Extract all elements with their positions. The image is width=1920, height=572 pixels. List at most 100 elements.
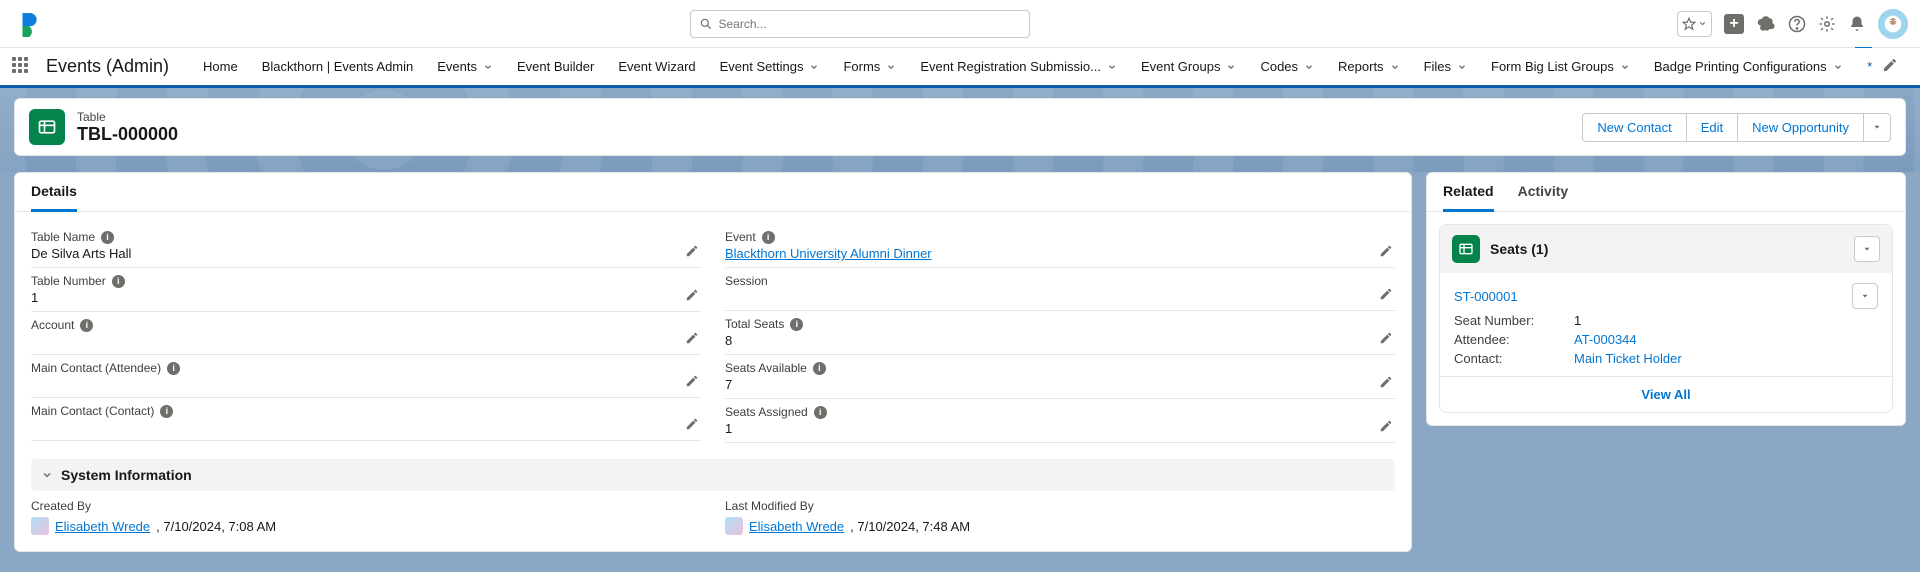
edit-pencil-icon[interactable]: [685, 244, 699, 261]
seat-item-actions-button[interactable]: [1852, 283, 1878, 309]
related-seats-title[interactable]: Seats (1): [1490, 241, 1844, 257]
nav-form-big-list-groups[interactable]: Form Big List Groups: [1479, 47, 1642, 87]
details-panel: Details Table Namei De Silva Arts Hall T…: [14, 172, 1412, 552]
nav-event-settings[interactable]: Event Settings: [708, 47, 832, 87]
chevron-down-icon: [1390, 62, 1400, 72]
table-object-icon: [29, 109, 65, 145]
app-launcher-icon[interactable]: [12, 57, 32, 77]
seat-record-link[interactable]: ST-000001: [1454, 289, 1852, 304]
edit-pencil-icon[interactable]: [1379, 375, 1393, 392]
edit-pencil-icon[interactable]: [685, 331, 699, 348]
help-icon[interactable]: [1788, 15, 1806, 33]
edit-pencil-icon[interactable]: [1379, 419, 1393, 436]
app-navigation-bar: Events (Admin) Home Blackthorn | Events …: [0, 48, 1920, 88]
system-information-section-toggle[interactable]: System Information: [31, 459, 1395, 491]
chevron-down-icon: [886, 62, 896, 72]
tab-details[interactable]: Details: [31, 183, 77, 212]
record-name: TBL-000000: [77, 124, 178, 145]
global-search[interactable]: [690, 10, 1030, 38]
field-account: Accounti: [31, 312, 701, 355]
nav-event-wizard[interactable]: Event Wizard: [606, 47, 707, 87]
edit-button[interactable]: Edit: [1686, 113, 1738, 142]
nav-active-record-tab[interactable]: * TBL-000000 ✕: [1855, 47, 1872, 86]
global-search-input[interactable]: [719, 17, 1021, 31]
salesforce-cloud-icon[interactable]: [1756, 14, 1776, 34]
view-all-seats-link[interactable]: View All: [1641, 387, 1690, 402]
field-main-contact-contact: Main Contact (Contact)i: [31, 398, 701, 441]
setup-gear-icon[interactable]: [1818, 15, 1836, 33]
modified-by-user-link[interactable]: Elisabeth Wrede: [749, 519, 844, 534]
add-icon[interactable]: +: [1724, 14, 1744, 34]
info-icon[interactable]: i: [101, 231, 114, 244]
nav-home[interactable]: Home: [191, 47, 250, 87]
edit-nav-pencil-icon[interactable]: [1872, 57, 1908, 76]
related-panel: Related Activity Seats (1) ST-000001: [1426, 172, 1906, 426]
info-icon[interactable]: i: [813, 362, 826, 375]
info-icon[interactable]: i: [762, 231, 775, 244]
object-label: Table: [77, 110, 178, 124]
caret-down-icon: [1860, 291, 1870, 301]
attendee-link[interactable]: AT-000344: [1574, 332, 1637, 347]
nav-items: Home Blackthorn | Events Admin Events Ev…: [191, 47, 1872, 87]
info-icon[interactable]: i: [167, 362, 180, 375]
edit-pencil-icon[interactable]: [1379, 287, 1393, 304]
edit-pencil-icon[interactable]: [685, 374, 699, 391]
nav-events[interactable]: Events: [425, 47, 505, 87]
caret-down-icon: [1862, 244, 1872, 254]
more-actions-button[interactable]: [1863, 113, 1891, 142]
edit-pencil-icon[interactable]: [685, 288, 699, 305]
field-main-contact-attendee: Main Contact (Attendee)i: [31, 355, 701, 398]
contact-link[interactable]: Main Ticket Holder: [1574, 351, 1682, 366]
edit-pencil-icon[interactable]: [685, 417, 699, 434]
info-icon[interactable]: i: [790, 318, 803, 331]
star-icon: [1682, 17, 1696, 31]
event-link[interactable]: Blackthorn University Alumni Dinner: [725, 246, 932, 261]
user-avatar-icon: [725, 517, 743, 535]
edit-pencil-icon[interactable]: [1379, 331, 1393, 348]
user-avatar-icon: [31, 517, 49, 535]
chevron-down-icon: [41, 469, 53, 481]
user-avatar[interactable]: [1878, 9, 1908, 39]
tab-related[interactable]: Related: [1443, 183, 1494, 212]
field-table-number: Table Numberi 1: [31, 268, 701, 312]
favorites-menu[interactable]: [1677, 11, 1712, 37]
app-name: Events (Admin): [46, 56, 169, 77]
nav-badge-printing[interactable]: Badge Printing Configurations: [1642, 47, 1855, 87]
nav-events-admin[interactable]: Blackthorn | Events Admin: [250, 47, 426, 87]
nav-event-reg-submissions[interactable]: Event Registration Submissio...: [908, 47, 1129, 87]
chevron-down-icon: [1107, 62, 1117, 72]
info-icon[interactable]: i: [160, 405, 173, 418]
related-list-seats: Seats (1) ST-000001 Seat Number:1 Attend…: [1439, 224, 1893, 413]
info-icon[interactable]: i: [112, 275, 125, 288]
nav-files[interactable]: Files: [1412, 47, 1479, 87]
field-last-modified-by: Last Modified By Elisabeth Wrede , 7/10/…: [725, 499, 1395, 535]
new-opportunity-button[interactable]: New Opportunity: [1737, 113, 1864, 142]
chevron-down-icon: [1833, 62, 1843, 72]
related-seats-actions-button[interactable]: [1854, 236, 1880, 262]
chevron-down-icon: [1226, 62, 1236, 72]
nav-codes[interactable]: Codes: [1248, 47, 1326, 87]
related-seat-item: ST-000001 Seat Number:1 Attendee:AT-0003…: [1440, 273, 1892, 376]
new-contact-button[interactable]: New Contact: [1582, 113, 1686, 142]
caret-down-icon: [1872, 122, 1882, 132]
edit-pencil-icon[interactable]: [1379, 244, 1393, 261]
nav-reports[interactable]: Reports: [1326, 47, 1412, 87]
field-seats-assigned: Seats Assignedi 1: [725, 399, 1395, 443]
created-by-user-link[interactable]: Elisabeth Wrede: [55, 519, 150, 534]
seats-object-icon: [1452, 235, 1480, 263]
info-icon[interactable]: i: [80, 319, 93, 332]
field-total-seats: Total Seatsi 8: [725, 311, 1395, 355]
nav-event-groups[interactable]: Event Groups: [1129, 47, 1249, 87]
info-icon[interactable]: i: [814, 406, 827, 419]
chevron-down-icon: [1457, 62, 1467, 72]
field-session: Session: [725, 268, 1395, 311]
nav-event-builder[interactable]: Event Builder: [505, 47, 606, 87]
field-created-by: Created By Elisabeth Wrede , 7/10/2024, …: [31, 499, 701, 535]
field-seats-available: Seats Availablei 7: [725, 355, 1395, 399]
chevron-down-icon: [483, 62, 493, 72]
nav-forms[interactable]: Forms: [831, 47, 908, 87]
notifications-bell-icon[interactable]: [1848, 15, 1866, 33]
chevron-down-icon: [1620, 62, 1630, 72]
search-icon: [699, 17, 713, 31]
tab-activity[interactable]: Activity: [1518, 183, 1569, 211]
